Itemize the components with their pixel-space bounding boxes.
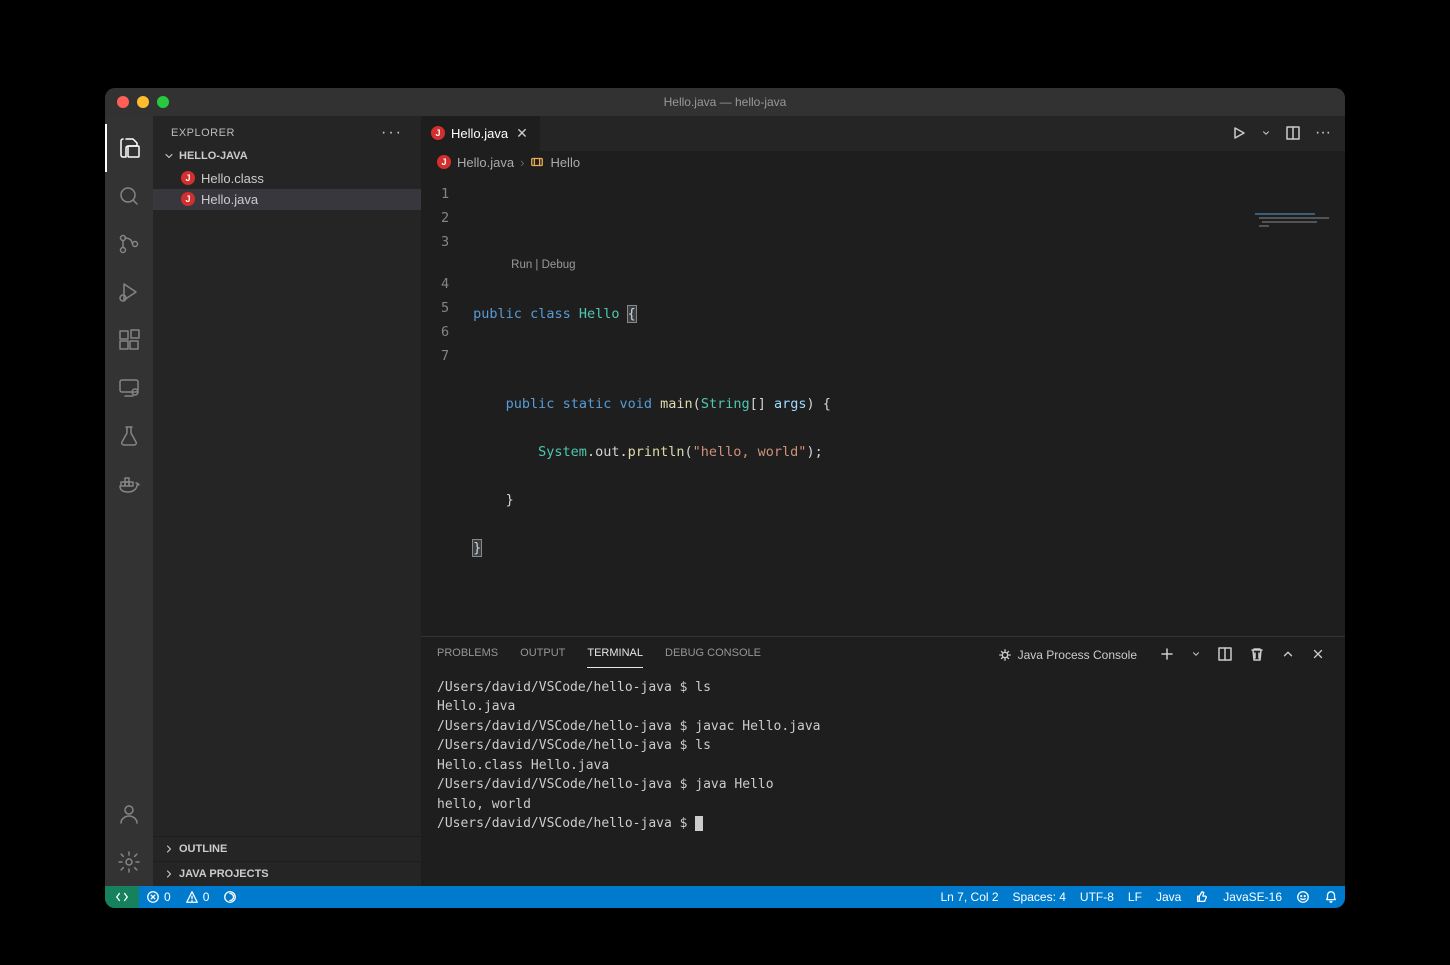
split-editor-button[interactable] [1285, 125, 1301, 141]
terminal-output[interactable]: /Users/david/VSCode/hello-java $ lsHello… [421, 668, 1345, 886]
bottom-panel: PROBLEMS OUTPUT TERMINAL DEBUG CONSOLE J… [421, 636, 1345, 886]
java-file-icon: J [181, 192, 195, 206]
tab-problems[interactable]: PROBLEMS [437, 643, 498, 667]
java-file-icon: J [437, 155, 451, 169]
folder-name: HELLO-JAVA [179, 150, 248, 162]
status-errors[interactable]: 0 [139, 886, 178, 908]
sidebar-section-java-projects[interactable]: JAVA PROJECTS [153, 861, 421, 886]
minimize-window-button[interactable] [137, 96, 149, 108]
line-numbers: 1234567 [421, 174, 461, 636]
accounts-icon[interactable] [105, 790, 153, 838]
search-icon[interactable] [105, 172, 153, 220]
tab-terminal[interactable]: TERMINAL [587, 643, 643, 668]
status-indent[interactable]: Spaces: 4 [1006, 886, 1073, 908]
file-item[interactable]: J Hello.class [153, 168, 421, 189]
settings-icon[interactable] [105, 838, 153, 886]
status-language[interactable]: Java [1149, 886, 1188, 908]
status-warnings[interactable]: 0 [178, 886, 217, 908]
panel-actions [1159, 646, 1329, 665]
status-encoding[interactable]: UTF-8 [1073, 886, 1121, 908]
file-name: Hello.class [201, 171, 264, 186]
run-debug-icon[interactable] [105, 268, 153, 316]
split-terminal-button[interactable] [1217, 646, 1233, 665]
docker-icon[interactable] [105, 460, 153, 508]
explorer-icon[interactable] [105, 124, 153, 172]
status-cursor[interactable]: Ln 7, Col 2 [934, 886, 1006, 908]
activity-bar [105, 116, 153, 886]
file-name: Hello.java [201, 192, 258, 207]
panel-tabs: PROBLEMS OUTPUT TERMINAL DEBUG CONSOLE J… [421, 637, 1345, 668]
code-lens[interactable]: Run | Debug [511, 258, 575, 272]
terminal-cursor [695, 816, 703, 831]
window-title: Hello.java — hello-java [105, 95, 1345, 109]
editor-group: J Hello.java ✕ ··· J Hello.java › Hello [421, 116, 1345, 886]
tab-close-button[interactable]: ✕ [514, 123, 530, 144]
testing-icon[interactable] [105, 412, 153, 460]
editor-actions: ··· [1231, 116, 1345, 151]
new-terminal-button[interactable] [1159, 646, 1175, 665]
file-item[interactable]: J Hello.java [153, 189, 421, 210]
tab-output[interactable]: OUTPUT [520, 643, 565, 667]
sidebar-title: EXPLORER [171, 127, 235, 139]
vscode-window: Hello.java — hello-java EXPLORER ··· HEL… [105, 88, 1345, 908]
sidebar-section-outline[interactable]: OUTLINE [153, 836, 421, 861]
breadcrumb-file: Hello.java [457, 155, 514, 170]
tab-hello-java[interactable]: J Hello.java ✕ [421, 116, 540, 151]
tab-debug-console[interactable]: DEBUG CONSOLE [665, 643, 761, 667]
status-eol[interactable]: LF [1121, 886, 1149, 908]
breadcrumb-symbol: Hello [550, 155, 580, 170]
file-tree: J Hello.class J Hello.java [153, 166, 421, 836]
tab-label: Hello.java [451, 126, 508, 141]
run-button[interactable] [1231, 125, 1247, 141]
folder-header[interactable]: HELLO-JAVA [153, 146, 421, 166]
source-control-icon[interactable] [105, 220, 153, 268]
code-area[interactable]: public class Hello { Run | Debug public … [461, 174, 1345, 636]
sidebar-title-row: EXPLORER ··· [153, 116, 421, 146]
chevron-right-icon: › [520, 155, 524, 170]
kill-terminal-button[interactable] [1249, 646, 1265, 665]
java-file-icon: J [181, 171, 195, 185]
traffic-lights [105, 96, 169, 108]
status-feedback[interactable] [1289, 886, 1317, 908]
extensions-icon[interactable] [105, 316, 153, 364]
status-notifications[interactable] [1317, 886, 1345, 908]
remote-explorer-icon[interactable] [105, 364, 153, 412]
remote-button[interactable] [105, 886, 139, 908]
editor[interactable]: 1234567 public class Hello { Run | Debug… [421, 174, 1345, 636]
terminal-selector[interactable]: Java Process Console [998, 648, 1137, 662]
maximize-panel-button[interactable] [1281, 647, 1295, 664]
terminal-dropdown-button[interactable] [1191, 649, 1201, 662]
status-bar: 0 0 Ln 7, Col 2 Spaces: 4 UTF-8 LF Java … [105, 886, 1345, 908]
status-thumbsup[interactable] [1188, 886, 1216, 908]
sidebar-more-button[interactable]: ··· [381, 124, 403, 142]
breadcrumb[interactable]: J Hello.java › Hello [421, 151, 1345, 174]
tab-bar: J Hello.java ✕ ··· [421, 116, 1345, 151]
zoom-window-button[interactable] [157, 96, 169, 108]
java-file-icon: J [431, 126, 445, 140]
run-dropdown-button[interactable] [1261, 128, 1271, 138]
more-actions-button[interactable]: ··· [1315, 124, 1331, 142]
status-jdk[interactable]: JavaSE-16 [1216, 886, 1289, 908]
close-panel-button[interactable] [1311, 647, 1325, 664]
titlebar: Hello.java — hello-java [105, 88, 1345, 116]
close-window-button[interactable] [117, 96, 129, 108]
status-java-ready[interactable] [216, 886, 244, 908]
sidebar: EXPLORER ··· HELLO-JAVA J Hello.class J … [153, 116, 421, 886]
